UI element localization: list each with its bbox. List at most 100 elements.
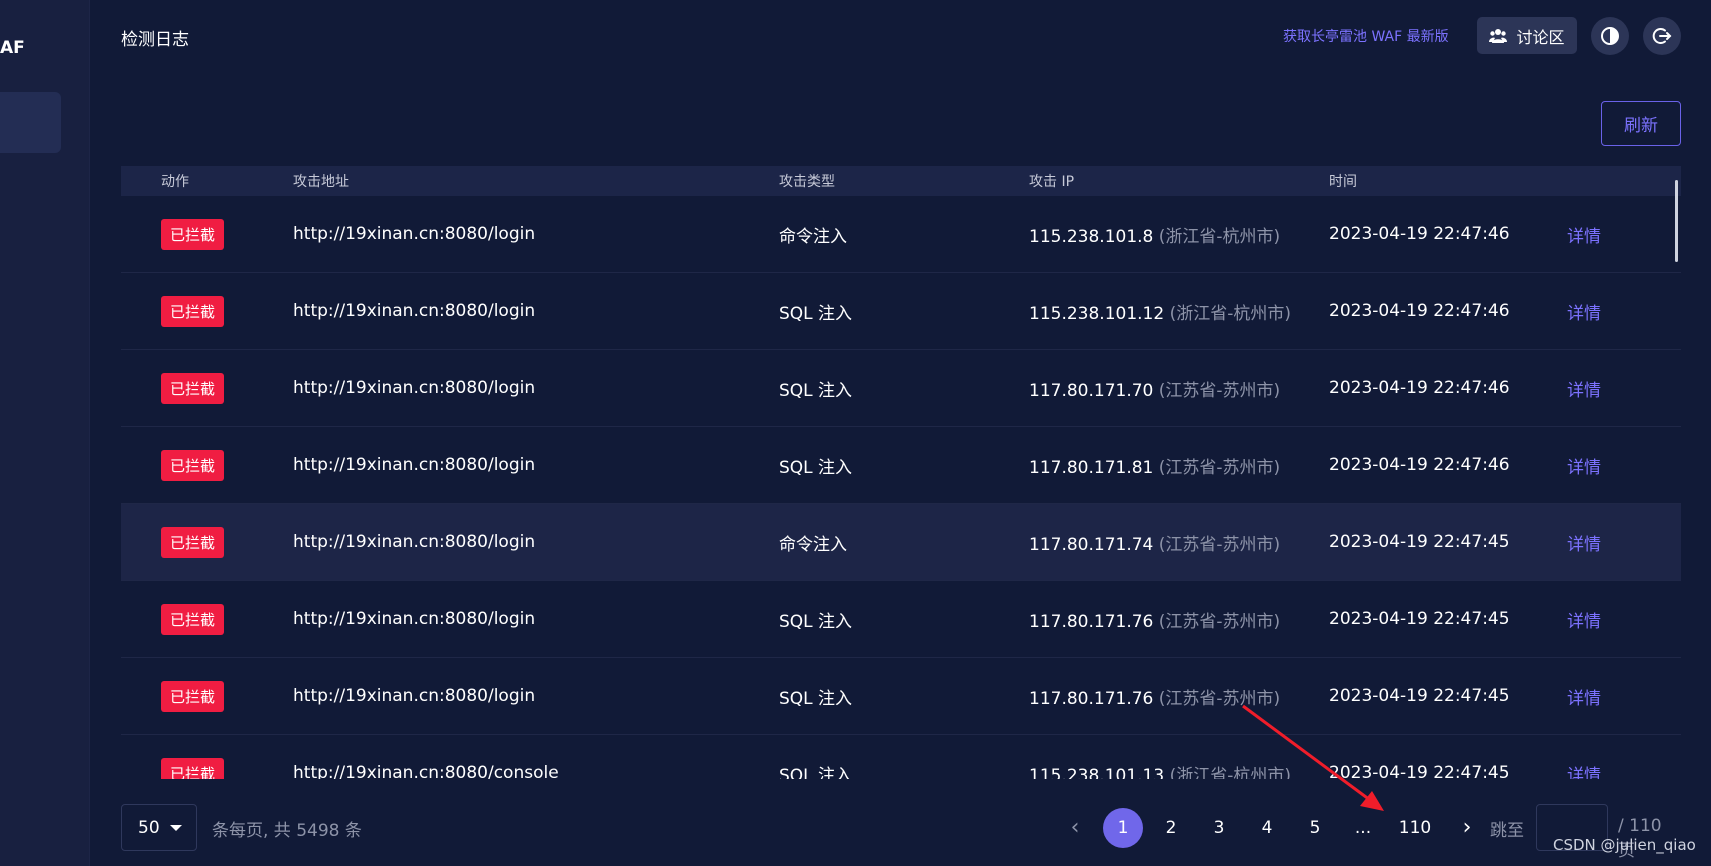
attack-time: 2023-04-19 22:47:45	[1329, 763, 1510, 779]
attack-url: http://19xinan.cn:8080/login	[293, 301, 536, 321]
table-row[interactable]: 已拦截 http://19xinan.cn:8080/login SQL 注入 …	[121, 350, 1681, 427]
status-badge: 已拦截	[161, 218, 225, 250]
table-row[interactable]: 已拦截 http://19xinan.cn:8080/login 命令注入 11…	[121, 196, 1681, 273]
ip-location: (浙江省-杭州市)	[1169, 303, 1291, 324]
attack-type: SQL 注入	[779, 380, 853, 401]
attack-type: 命令注入	[779, 534, 847, 555]
table-row[interactable]: 已拦截 http://19xinan.cn:8080/login SQL 注入 …	[121, 273, 1681, 350]
detail-link[interactable]: 详情	[1567, 612, 1601, 632]
page-button[interactable]: 110	[1387, 808, 1443, 848]
sidebar-active-item[interactable]	[0, 92, 61, 153]
page-title: 检测日志	[121, 30, 189, 50]
attack-type: SQL 注入	[779, 303, 853, 324]
attack-time: 2023-04-19 22:47:45	[1329, 532, 1510, 552]
attack-url: http://19xinan.cn:8080/login	[293, 378, 536, 398]
jump-label: 跳至	[1490, 821, 1524, 841]
brand-fragment: AF	[0, 38, 25, 58]
chevron-left-icon: ‹	[1070, 815, 1080, 840]
attack-type: SQL 注入	[779, 457, 853, 478]
attack-ip: 117.80.171.76	[1029, 611, 1154, 632]
attack-type: 命令注入	[779, 226, 847, 247]
attack-time: 2023-04-19 22:47:45	[1329, 686, 1510, 706]
table-row[interactable]: 已拦截 http://19xinan.cn:8080/login SQL 注入 …	[121, 658, 1681, 735]
page-button[interactable]: 1	[1099, 807, 1147, 848]
forum-button[interactable]: 讨论区	[1477, 17, 1577, 54]
sidebar: AF	[0, 0, 90, 866]
column-header-time: 时间	[1329, 174, 1357, 190]
ip-location: (江苏省-苏州市)	[1158, 534, 1281, 555]
theme-toggle-button[interactable]	[1591, 17, 1629, 55]
status-badge: 已拦截	[161, 526, 225, 558]
attack-ip: 115.238.101.8	[1029, 226, 1154, 247]
page-size-select[interactable]: 50	[121, 804, 197, 851]
pager: ‹ 1 2 3 4 5 ... 110 ›	[1051, 804, 1491, 851]
column-header-action: 动作	[161, 174, 189, 190]
forum-label: 讨论区	[1516, 27, 1565, 47]
detail-link[interactable]: 详情	[1567, 381, 1601, 401]
page-ellipsis[interactable]: ...	[1339, 808, 1387, 848]
table-row[interactable]: 已拦截 http://19xinan.cn:8080/login SQL 注入 …	[121, 581, 1681, 658]
attack-type: SQL 注入	[779, 765, 853, 780]
attack-ip: 117.80.171.76	[1029, 688, 1154, 709]
status-badge: 已拦截	[161, 603, 225, 635]
next-page-button[interactable]: ›	[1443, 808, 1491, 848]
detail-link[interactable]: 详情	[1567, 227, 1601, 247]
users-icon	[1489, 28, 1508, 43]
attack-ip: 117.80.171.74	[1029, 534, 1154, 555]
attack-time: 2023-04-19 22:47:46	[1329, 301, 1510, 321]
attack-url: http://19xinan.cn:8080/login	[293, 686, 536, 706]
detail-link[interactable]: 详情	[1567, 766, 1601, 780]
prev-page-button[interactable]: ‹	[1051, 808, 1099, 848]
attack-time: 2023-04-19 22:47:46	[1329, 224, 1510, 244]
ip-location: (浙江省-杭州市)	[1169, 765, 1291, 780]
attack-ip: 115.238.101.13	[1029, 765, 1165, 780]
attack-url: http://19xinan.cn:8080/login	[293, 455, 536, 475]
attack-url: http://19xinan.cn:8080/login	[293, 532, 536, 552]
table-row[interactable]: 已拦截 http://19xinan.cn:8080/login SQL 注入 …	[121, 427, 1681, 504]
table-header: 动作 攻击地址 攻击类型 攻击 IP 时间	[121, 166, 1681, 196]
table-row[interactable]: 已拦截 http://19xinan.cn:8080/login 命令注入 11…	[121, 504, 1681, 581]
status-badge: 已拦截	[161, 295, 225, 327]
column-header-type: 攻击类型	[779, 174, 835, 190]
column-header-ip: 攻击 IP	[1029, 174, 1075, 190]
attack-ip: 115.238.101.12	[1029, 303, 1165, 324]
watermark: CSDN @julien_qiao	[1553, 836, 1696, 854]
status-badge: 已拦截	[161, 757, 225, 779]
total-count-text: 条每页, 共 5498 条	[212, 821, 362, 841]
page-button[interactable]: 5	[1291, 808, 1339, 848]
status-badge: 已拦截	[161, 372, 225, 404]
ip-location: (江苏省-苏州市)	[1158, 380, 1281, 401]
attack-type: SQL 注入	[779, 611, 853, 632]
detail-link[interactable]: 详情	[1567, 689, 1601, 709]
attack-time: 2023-04-19 22:47:46	[1329, 455, 1510, 475]
logout-icon	[1652, 28, 1672, 44]
table-row[interactable]: 已拦截 http://19xinan.cn:8080/console SQL 注…	[121, 735, 1681, 779]
caret-down-icon	[169, 824, 182, 831]
pagination-bar: 50 条每页, 共 5498 条 ‹ 1 2 3 4 5 ... 110 › 跳…	[121, 804, 1681, 861]
detail-link[interactable]: 详情	[1567, 304, 1601, 324]
detail-link[interactable]: 详情	[1567, 458, 1601, 478]
attack-url: http://19xinan.cn:8080/console	[293, 763, 559, 779]
attack-log-table: 动作 攻击地址 攻击类型 攻击 IP 时间 已拦截 http://19xinan…	[121, 166, 1681, 779]
attack-url: http://19xinan.cn:8080/login	[293, 609, 536, 629]
column-header-url: 攻击地址	[293, 174, 349, 190]
get-latest-link[interactable]: 获取长亭雷池 WAF 最新版	[1283, 26, 1449, 46]
page-size-value: 50	[138, 817, 160, 838]
status-badge: 已拦截	[161, 680, 225, 712]
attack-ip: 117.80.171.81	[1029, 457, 1154, 478]
attack-type: SQL 注入	[779, 688, 853, 709]
attack-time: 2023-04-19 22:47:46	[1329, 378, 1510, 398]
attack-url: http://19xinan.cn:8080/login	[293, 224, 536, 244]
refresh-button[interactable]: 刷新	[1601, 101, 1681, 146]
logout-button[interactable]	[1643, 17, 1681, 55]
ip-location: (江苏省-苏州市)	[1158, 611, 1281, 632]
page-button[interactable]: 4	[1243, 808, 1291, 848]
page-button[interactable]: 3	[1195, 808, 1243, 848]
chevron-right-icon: ›	[1462, 815, 1472, 840]
ip-location: (江苏省-苏州市)	[1158, 457, 1281, 478]
detail-link[interactable]: 详情	[1567, 535, 1601, 555]
table-scrollbar[interactable]	[1675, 180, 1678, 262]
contrast-icon	[1601, 27, 1619, 45]
page-button[interactable]: 2	[1147, 808, 1195, 848]
attack-ip: 117.80.171.70	[1029, 380, 1154, 401]
